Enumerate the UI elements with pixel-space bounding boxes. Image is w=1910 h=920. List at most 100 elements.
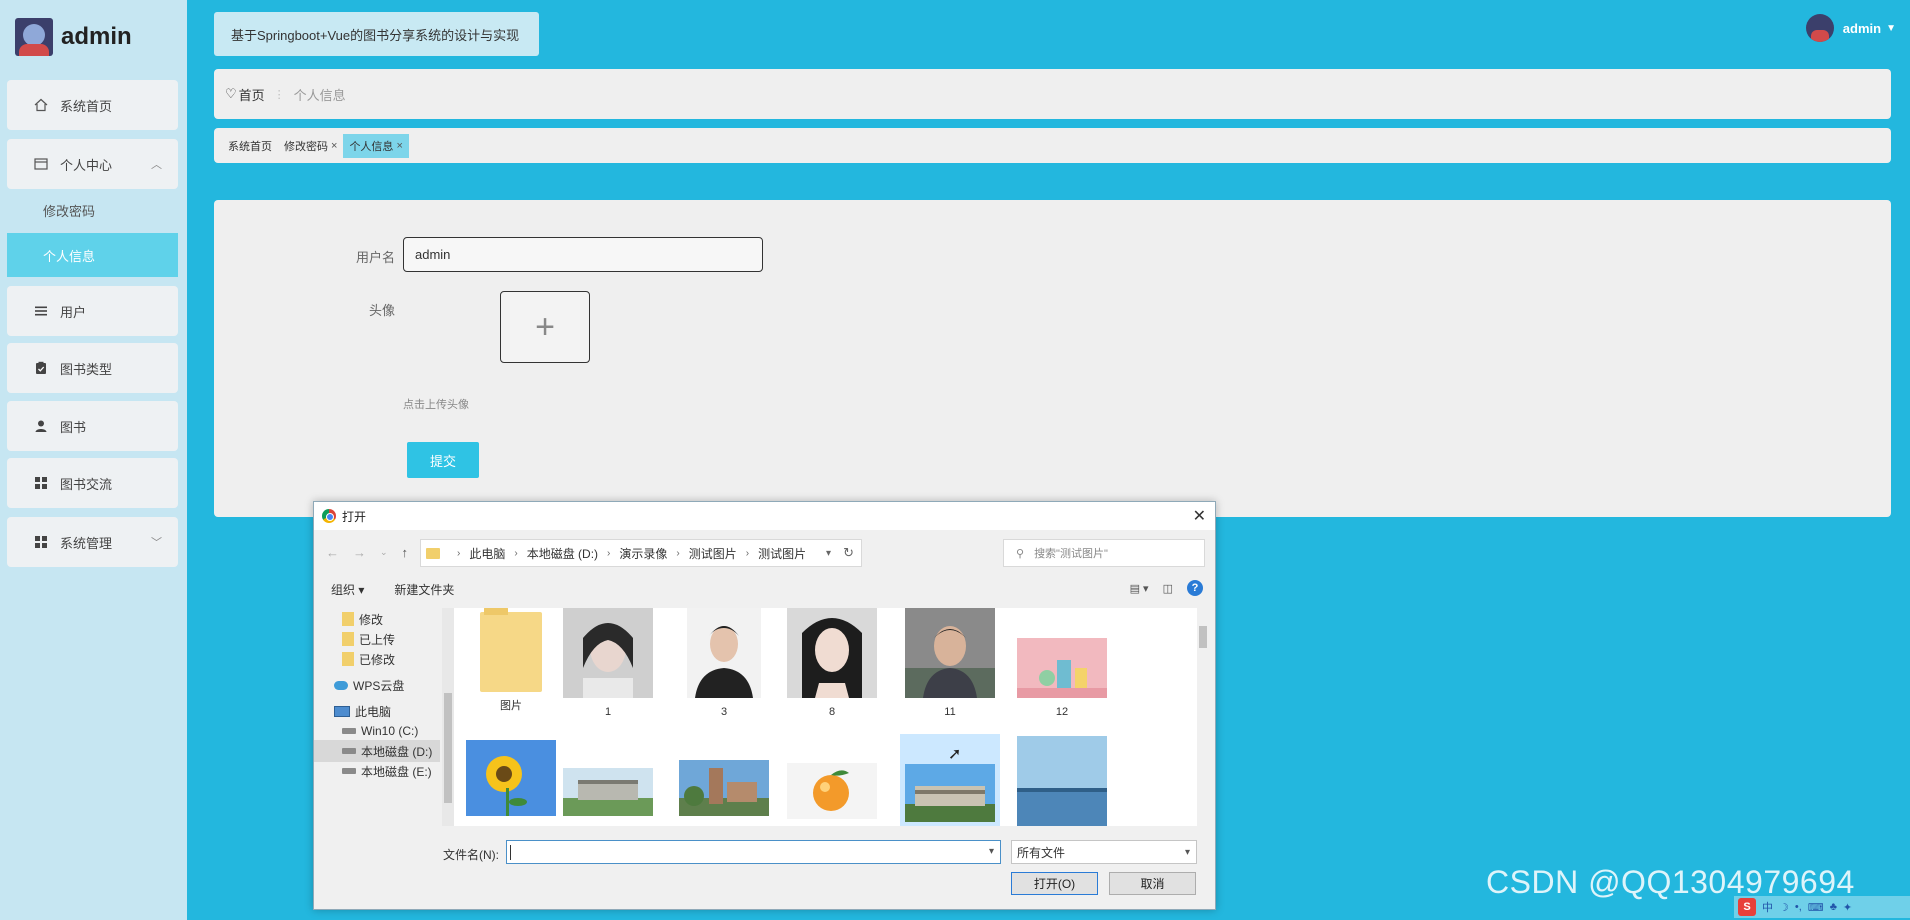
- path-segment[interactable]: 测试图片: [689, 545, 737, 562]
- chevron-right-icon: ›: [745, 547, 750, 559]
- file-name: 3: [720, 706, 728, 718]
- close-icon[interactable]: ✕: [1193, 506, 1206, 526]
- submenu-label: 个人信息: [43, 248, 96, 264]
- path-segment[interactable]: 演示录像: [619, 545, 667, 562]
- brand: admin: [15, 18, 132, 56]
- scrollbar-thumb[interactable]: [444, 693, 452, 803]
- tags-view: 系统首页 修改密码 × 个人信息 ×: [214, 128, 1891, 163]
- file-item-image[interactable]: [1012, 736, 1112, 826]
- sidebar-item-books[interactable]: 图书: [7, 401, 178, 451]
- up-arrow-icon[interactable]: ↑: [402, 545, 409, 560]
- sidebar-item-home[interactable]: 系统首页: [7, 80, 178, 130]
- drive-icon: [342, 768, 356, 774]
- user-menu[interactable]: admin ▼: [1805, 14, 1896, 42]
- image-thumbnail: [466, 740, 556, 816]
- filetype-select[interactable]: 所有文件 ▾: [1011, 840, 1197, 864]
- file-item-image[interactable]: 11: [900, 608, 1000, 718]
- sidebar-item-personal-center[interactable]: 个人中心 ︿: [7, 139, 178, 189]
- breadcrumb-home[interactable]: ♡ 首页: [225, 85, 265, 104]
- image-thumbnail: [1017, 638, 1107, 698]
- tools-icon[interactable]: ✦: [1843, 901, 1852, 914]
- organize-button[interactable]: 组织 ▾: [331, 581, 364, 598]
- filename-input[interactable]: ▾: [506, 840, 1001, 864]
- nav-scrollbar[interactable]: [442, 608, 454, 826]
- plus-icon: +: [535, 307, 555, 346]
- sidebar-item-book-types[interactable]: 图书类型: [7, 343, 178, 393]
- tag-label: 个人信息: [349, 140, 394, 153]
- cancel-button[interactable]: 取消: [1109, 872, 1196, 895]
- chrome-icon: [322, 509, 336, 523]
- keyboard-icon[interactable]: ⌨: [1808, 901, 1824, 914]
- file-item-image[interactable]: 8: [782, 608, 882, 718]
- file-name: 12: [1055, 706, 1069, 718]
- punctuation-icon[interactable]: •,: [1795, 901, 1802, 913]
- nav-item-folder[interactable]: 已上传: [314, 628, 440, 650]
- sogou-ime-icon[interactable]: S: [1738, 898, 1756, 916]
- file-item-image-hovered[interactable]: ➚: [900, 734, 1000, 826]
- search-input[interactable]: ⚲ 搜索"测试图片": [1003, 539, 1205, 567]
- file-item-image[interactable]: [674, 760, 774, 819]
- address-bar[interactable]: › 此电脑 › 本地磁盘 (D:) › 演示录像 › 测试图片 › 测试图片 ▾…: [420, 539, 862, 567]
- path-segment[interactable]: 此电脑: [469, 545, 505, 562]
- navigation-pane: 修改 已上传 已修改 WPS云盘 此电脑 Win10 (C:) 本地磁盘 (D:…: [314, 608, 454, 826]
- path-segment[interactable]: 本地磁盘 (D:): [527, 545, 598, 562]
- nav-item-folder[interactable]: 已修改: [314, 648, 440, 670]
- file-scrollbar[interactable]: [1197, 608, 1209, 826]
- file-item-image[interactable]: [461, 740, 561, 819]
- nav-item-drive-d[interactable]: 本地磁盘 (D:): [314, 740, 440, 762]
- mouse-cursor-icon: ➚: [948, 746, 962, 763]
- sidebar-item-users[interactable]: 用户: [7, 286, 178, 336]
- back-arrow-icon[interactable]: ←: [326, 545, 339, 560]
- grid-icon: [34, 535, 48, 549]
- avatar-uploader[interactable]: +: [500, 291, 590, 363]
- tag-personal-info[interactable]: 个人信息 ×: [343, 133, 409, 158]
- image-thumbnail: [563, 768, 653, 816]
- preview-pane-icon[interactable]: ◫: [1163, 582, 1173, 595]
- submenu-item-change-password[interactable]: 修改密码: [7, 188, 178, 232]
- username-input[interactable]: admin: [403, 237, 763, 272]
- moon-icon[interactable]: ☽: [1779, 901, 1789, 914]
- heart-icon: ♡: [225, 86, 237, 101]
- help-icon[interactable]: ?: [1187, 580, 1203, 596]
- folder-icon: [342, 652, 354, 666]
- chevron-down-icon[interactable]: ▾: [826, 548, 831, 559]
- forward-arrow-icon[interactable]: →: [353, 545, 366, 560]
- nav-item-folder[interactable]: 修改: [314, 608, 440, 630]
- nav-item-wps-cloud[interactable]: WPS云盘: [314, 674, 440, 696]
- submit-button[interactable]: 提交: [407, 442, 479, 478]
- close-icon[interactable]: ×: [396, 140, 402, 152]
- recent-dropdown-icon[interactable]: ⌄: [380, 547, 388, 558]
- image-thumbnail: [687, 608, 761, 698]
- file-item-image[interactable]: 12: [1012, 638, 1112, 718]
- file-item-folder[interactable]: 图片: [461, 608, 561, 713]
- file-item-image[interactable]: [782, 763, 882, 822]
- view-mode-icon[interactable]: ▤ ▾: [1130, 582, 1149, 595]
- open-button[interactable]: 打开(O): [1011, 872, 1098, 895]
- sidebar-item-system-management[interactable]: 系统管理 ﹀: [7, 517, 178, 567]
- nav-item-drive-e[interactable]: 本地磁盘 (E:): [314, 760, 440, 782]
- submenu-item-personal-info[interactable]: 个人信息: [7, 233, 178, 277]
- path-segment[interactable]: 测试图片: [758, 545, 806, 562]
- image-thumbnail: [679, 760, 769, 816]
- sidebar-item-book-exchange[interactable]: 图书交流: [7, 458, 178, 508]
- scrollbar-thumb[interactable]: [1199, 626, 1207, 648]
- image-thumbnail: [787, 763, 877, 819]
- tag-home[interactable]: 系统首页: [222, 134, 278, 158]
- nav-item-drive-c[interactable]: Win10 (C:): [314, 720, 440, 742]
- file-item-image[interactable]: 3: [674, 608, 774, 718]
- new-folder-button[interactable]: 新建文件夹: [394, 581, 454, 598]
- tag-change-password[interactable]: 修改密码 ×: [278, 134, 343, 158]
- skin-icon[interactable]: ♣: [1830, 901, 1837, 913]
- cloud-icon: [334, 680, 348, 690]
- refresh-icon[interactable]: ↻: [843, 545, 854, 561]
- breadcrumb: ♡ 首页 ⋮ 个人信息: [214, 69, 1891, 119]
- grid-icon: [34, 476, 48, 490]
- file-item-image[interactable]: [558, 768, 658, 819]
- image-thumbnail: [563, 608, 653, 698]
- ime-mode-icon[interactable]: 中: [1762, 899, 1773, 915]
- close-icon[interactable]: ×: [331, 140, 337, 152]
- nav-item-this-pc[interactable]: 此电脑: [314, 700, 440, 722]
- avatar: [1805, 14, 1834, 42]
- file-item-image[interactable]: 1: [558, 608, 658, 718]
- chevron-down-icon[interactable]: ▾: [989, 846, 994, 857]
